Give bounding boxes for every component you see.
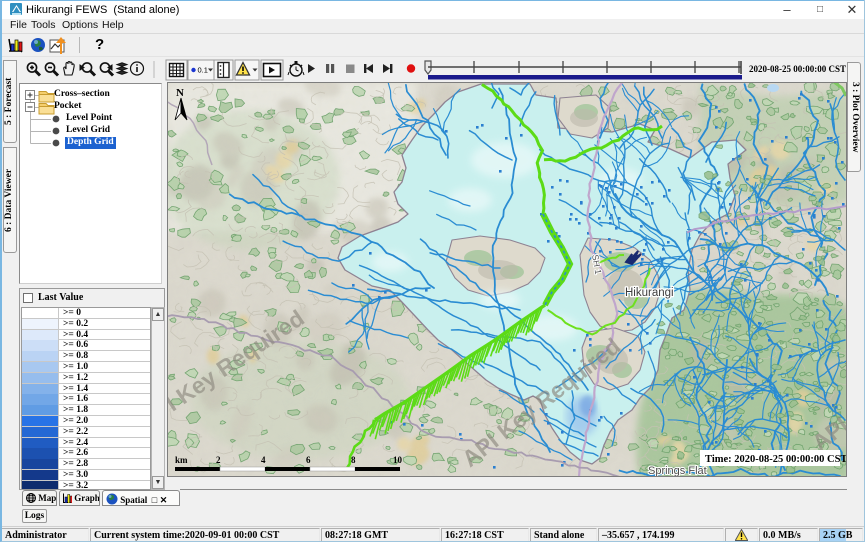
svg-text:N: N [176,87,184,99]
svg-text:2: 2 [216,455,221,465]
svg-text:2020-08-25 00:00:00 CST: 2020-08-25 00:00:00 CST [749,64,846,74]
svg-text:Hikurangi: Hikurangi [625,287,674,299]
svg-text:Time: 2020-08-25 00:00:00 CST: Time: 2020-08-25 00:00:00 CST [705,454,847,465]
svg-text:Springs Flat: Springs Flat [648,465,707,477]
svg-text:km: km [175,455,188,465]
svg-text:10: 10 [393,455,403,465]
svg-text:0.1: 0.1 [198,66,208,75]
svg-text:4: 4 [261,455,266,465]
svg-text:8: 8 [351,455,356,465]
svg-text:6: 6 [306,455,311,465]
